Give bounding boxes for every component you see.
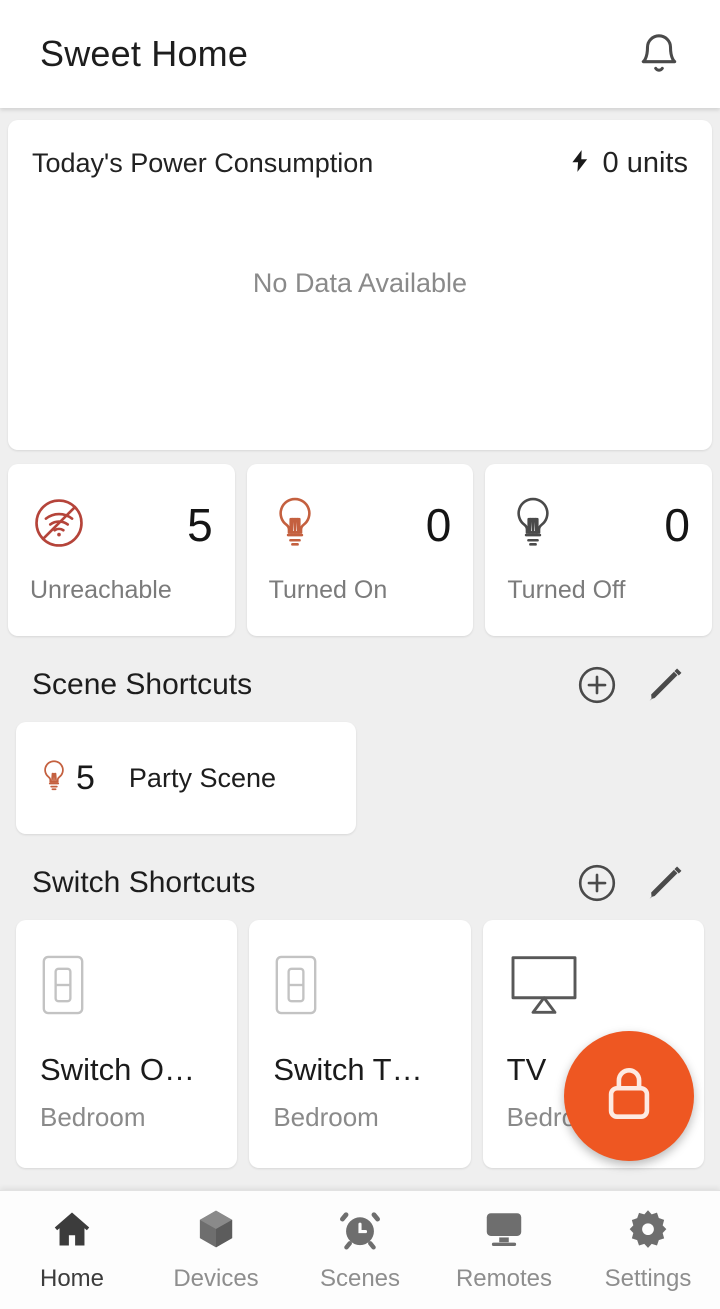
home-icon: [50, 1207, 94, 1256]
nav-label-home: Home: [39, 1265, 105, 1292]
nav-label-scenes: Scenes: [319, 1265, 401, 1292]
scene-add-button[interactable]: [574, 662, 620, 708]
power-units-group: 0 units: [567, 146, 688, 181]
nav-item-devices[interactable]: Devices: [144, 1207, 288, 1293]
stat-top-turned-on: 0: [269, 488, 452, 562]
stat-value-turned-off: 0: [664, 499, 691, 551]
bulb-off-icon: [507, 495, 559, 556]
stat-label-unreachable: Unreachable: [30, 576, 172, 604]
power-card-header: Today's Power Consumption 0 units: [32, 146, 688, 181]
nav-item-remotes[interactable]: Remotes: [432, 1207, 576, 1293]
nav-item-home[interactable]: Home: [0, 1207, 144, 1293]
switch-shortcuts-actions: [574, 860, 688, 906]
app-screen: Sweet Home Today's Power Consumption 0 u…: [0, 0, 720, 1309]
alarm-clock-icon: [338, 1207, 382, 1256]
scene-shortcuts-actions: [574, 662, 688, 708]
wall-switch-icon: [40, 954, 213, 1046]
power-consumption-card[interactable]: Today's Power Consumption 0 units No Dat…: [8, 120, 712, 450]
power-empty-state: No Data Available: [32, 181, 688, 450]
switch-name: Switch T…: [273, 1052, 423, 1087]
lock-icon: [601, 1063, 657, 1130]
stat-top-unreachable: 5: [30, 488, 213, 562]
power-empty-text: No Data Available: [252, 268, 468, 298]
scene-shortcuts-header: Scene Shortcuts: [8, 636, 712, 722]
page-title: Sweet Home: [40, 33, 249, 74]
stat-card-unreachable[interactable]: 5 Unreachable: [8, 464, 235, 636]
gear-icon: [626, 1207, 670, 1256]
scene-card[interactable]: 5 Party Scene: [16, 722, 356, 834]
switch-room: Bedroom: [273, 1102, 379, 1132]
bell-icon[interactable]: [632, 27, 686, 81]
wall-switch-icon: [273, 954, 446, 1046]
scene-device-count: 5: [76, 758, 95, 797]
scene-edit-button[interactable]: [642, 662, 688, 708]
switch-card[interactable]: Switch T… Bedroom: [249, 920, 471, 1168]
nav-item-settings[interactable]: Settings: [576, 1207, 720, 1293]
nav-item-scenes[interactable]: Scenes: [288, 1207, 432, 1293]
wifi-off-icon: [30, 494, 88, 557]
nav-label-settings: Settings: [604, 1265, 692, 1292]
stat-top-turned-off: 0: [507, 488, 690, 562]
device-stats-row: 5 Unreachable 0 Turned On 0 Turned Off: [8, 464, 713, 636]
lock-fab-button[interactable]: [564, 1031, 694, 1161]
scene-shortcuts-title: Scene Shortcuts: [32, 668, 253, 701]
nav-label-remotes: Remotes: [455, 1265, 553, 1292]
stat-label-turned-on: Turned On: [268, 576, 388, 604]
nav-label-devices: Devices: [173, 1265, 259, 1292]
app-bar: Sweet Home: [0, 0, 720, 108]
switch-shortcuts-title: Switch Shortcuts: [32, 866, 256, 899]
tv-icon: [507, 954, 680, 1046]
cube-icon: [194, 1207, 238, 1256]
stat-card-turned-off[interactable]: 0 Turned Off: [485, 464, 713, 636]
stat-value-unreachable: 5: [187, 499, 213, 551]
scroll-content: Today's Power Consumption 0 units No Dat…: [0, 108, 720, 1190]
power-units-value: 0 units: [602, 147, 688, 179]
switch-room: Bedroom: [40, 1102, 146, 1132]
bulb-on-icon: [38, 757, 70, 800]
power-card-title: Today's Power Consumption: [32, 148, 374, 178]
stat-value-turned-on: 0: [425, 499, 452, 551]
lightning-bolt-icon: [567, 146, 593, 181]
switch-shortcuts-header: Switch Shortcuts: [8, 834, 712, 920]
monitor-icon: [482, 1207, 526, 1256]
bulb-on-icon: [269, 495, 321, 556]
stat-card-turned-on[interactable]: 0 Turned On: [246, 464, 474, 636]
scene-name: Party Scene: [128, 762, 276, 793]
bottom-navigation: Home Devices Scenes Remotes Settings: [0, 1190, 720, 1309]
switch-add-button[interactable]: [574, 860, 620, 906]
switch-name: Switch O…: [40, 1052, 196, 1087]
switch-edit-button[interactable]: [642, 860, 688, 906]
switch-card[interactable]: Switch O… Bedroom: [16, 920, 238, 1168]
scene-shortcuts-list: 5 Party Scene: [8, 722, 712, 834]
stat-label-turned-off: Turned Off: [507, 576, 626, 604]
